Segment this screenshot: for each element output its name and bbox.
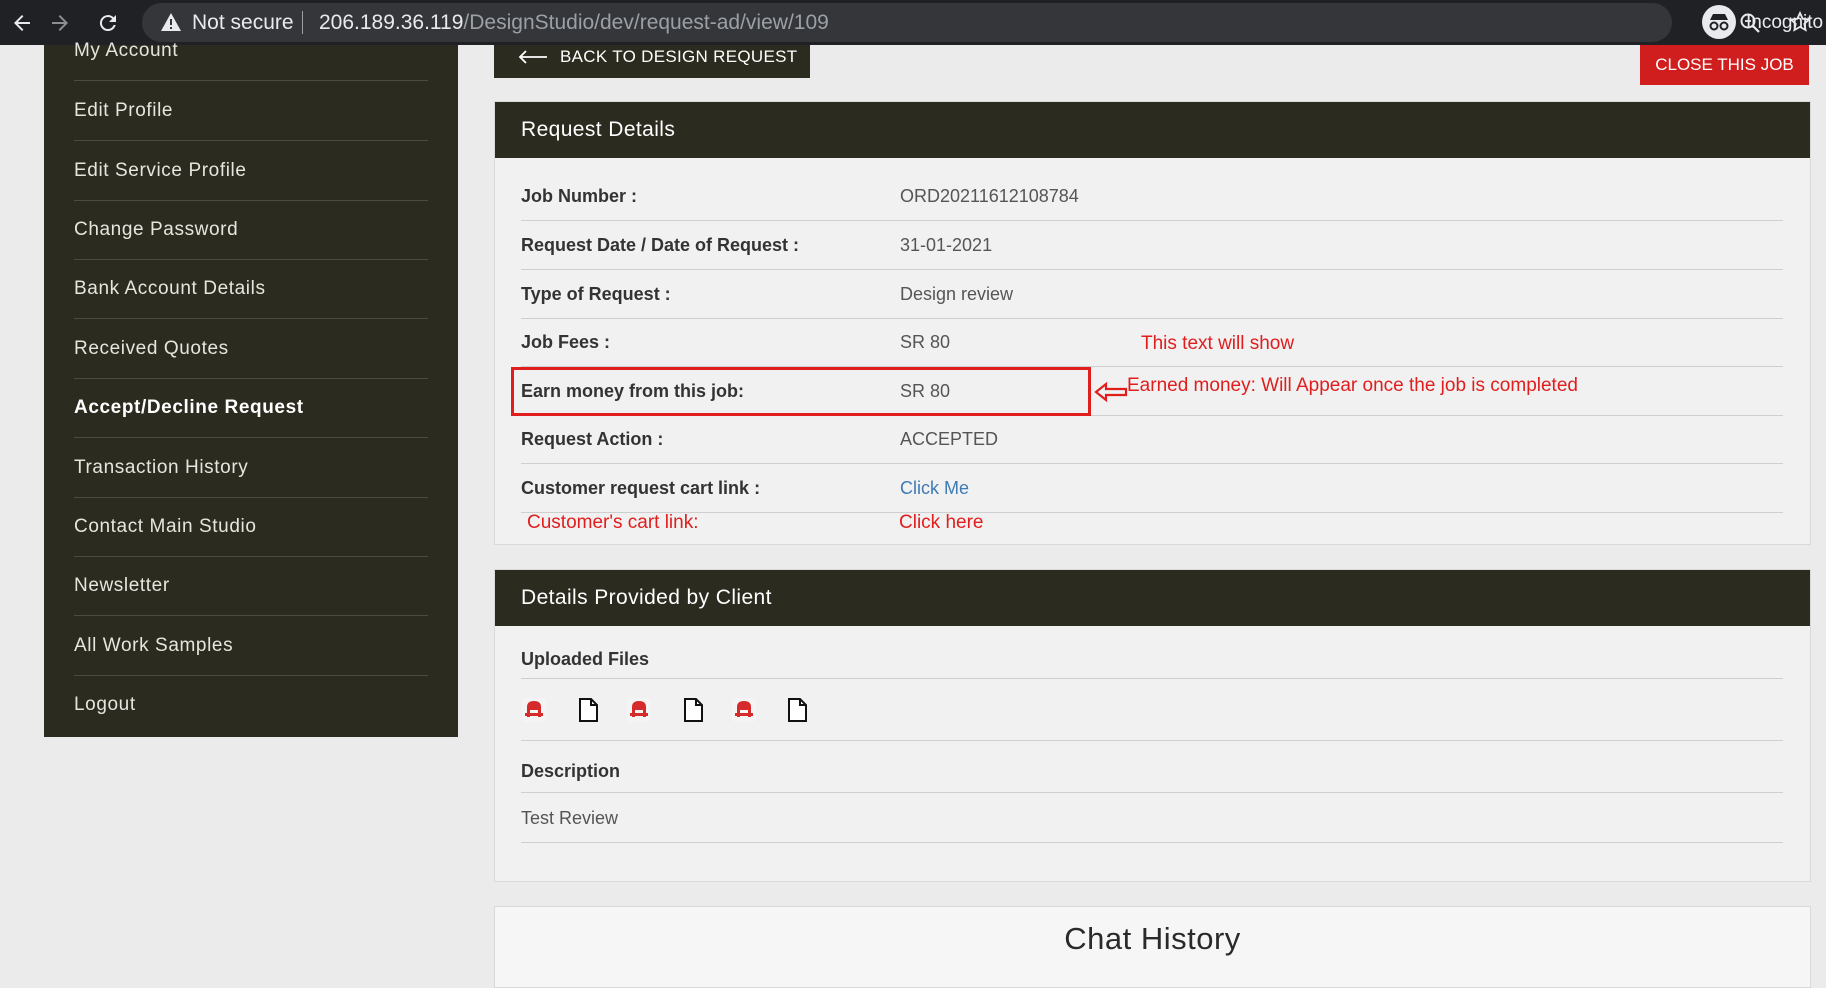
detail-label: Request Action : [521,429,664,449]
sidebar-item-received-quotes[interactable]: Received Quotes [74,319,428,379]
incognito-icon[interactable] [1702,5,1736,39]
sidebar-item-my-account[interactable]: My Account [74,21,428,81]
detail-row-request-date: Request Date / Date of Request : 31-01-2… [521,221,1783,270]
description-text: Test Review [521,794,1783,843]
back-button-label: BACK TO DESIGN REQUEST [560,46,798,66]
uploaded-files-list [521,680,1783,741]
left-arrow-icon [1094,381,1128,403]
sidebar-item-accept-decline[interactable]: Accept/Decline Request [74,378,428,438]
back-to-design-request-button[interactable]: BACK TO DESIGN REQUEST [494,45,810,78]
sidebar-item-contact-studio[interactable]: Contact Main Studio [74,497,428,557]
detail-value: ORD20211612108784 [900,186,1079,206]
chat-history-panel: Chat History [494,906,1811,988]
description-label: Description [521,750,1783,793]
detail-row-job-number: Job Number : ORD20211612108784 [521,172,1783,221]
detail-value: Design review [900,284,1014,304]
file-icon[interactable] [784,697,810,723]
pdf-icon[interactable] [626,697,652,723]
cart-link[interactable]: Click Me [900,464,969,512]
detail-row-request-action: Request Action : ACCEPTED [521,415,1783,464]
detail-label: Type of Request : [521,284,671,304]
detail-label: Customer request cart link : [521,478,761,498]
uploaded-files-label: Uploaded Files [521,640,1783,679]
close-job-button[interactable]: CLOSE THIS JOB [1640,45,1809,85]
sidebar-item-transaction-history[interactable]: Transaction History [74,438,428,498]
account-sidebar: My Account Edit Profile Edit Service Pro… [44,40,458,737]
detail-label: Job Fees : [521,332,611,352]
sidebar-item-logout[interactable]: Logout [74,675,428,734]
annotation-cart-link-label: Customer's cart link: [527,512,699,533]
url-path: /DesignStudio/dev/request-ad/view/109 [463,11,829,34]
file-icon[interactable] [575,697,601,723]
earned-money-highlight-box [511,367,1091,416]
client-details-panel: Details Provided by Client Uploaded File… [494,569,1811,882]
detail-value: ACCEPTED [900,429,999,449]
request-details-panel: Request Details Job Number : ORD20211612… [494,101,1811,545]
sidebar-item-change-password[interactable]: Change Password [74,200,428,260]
annotation-cart-link-value: Click here [899,512,984,533]
pdf-icon[interactable] [731,697,757,723]
detail-row-cart-link: Customer request cart link : Click Me [521,464,1783,513]
sidebar-item-work-samples[interactable]: All Work Samples [74,616,428,676]
file-icon[interactable] [680,697,706,723]
incognito-label[interactable]: Incognito [1746,0,1823,45]
detail-value: SR 80 [900,332,951,352]
detail-row-request-type: Type of Request : Design review [521,270,1783,319]
sidebar-item-bank-account[interactable]: Bank Account Details [74,259,428,319]
sidebar-item-newsletter[interactable]: Newsletter [74,556,428,616]
client-details-title: Details Provided by Client [495,570,1810,626]
detail-label: Request Date / Date of Request : [521,235,800,255]
annotation-earned-money: Earned money: Will Appear once the job i… [1127,375,1578,396]
chat-history-title: Chat History [1064,921,1241,956]
left-arrow-icon [518,49,547,64]
annotation-text-will-show: This text will show [1141,333,1295,354]
pdf-icon[interactable] [521,697,547,723]
detail-value: 31-01-2021 [900,235,993,255]
request-details-title: Request Details [495,102,1810,158]
detail-label: Job Number : [521,186,638,206]
sidebar-item-edit-service-profile[interactable]: Edit Service Profile [74,141,428,201]
sidebar-item-edit-profile[interactable]: Edit Profile [74,81,428,141]
